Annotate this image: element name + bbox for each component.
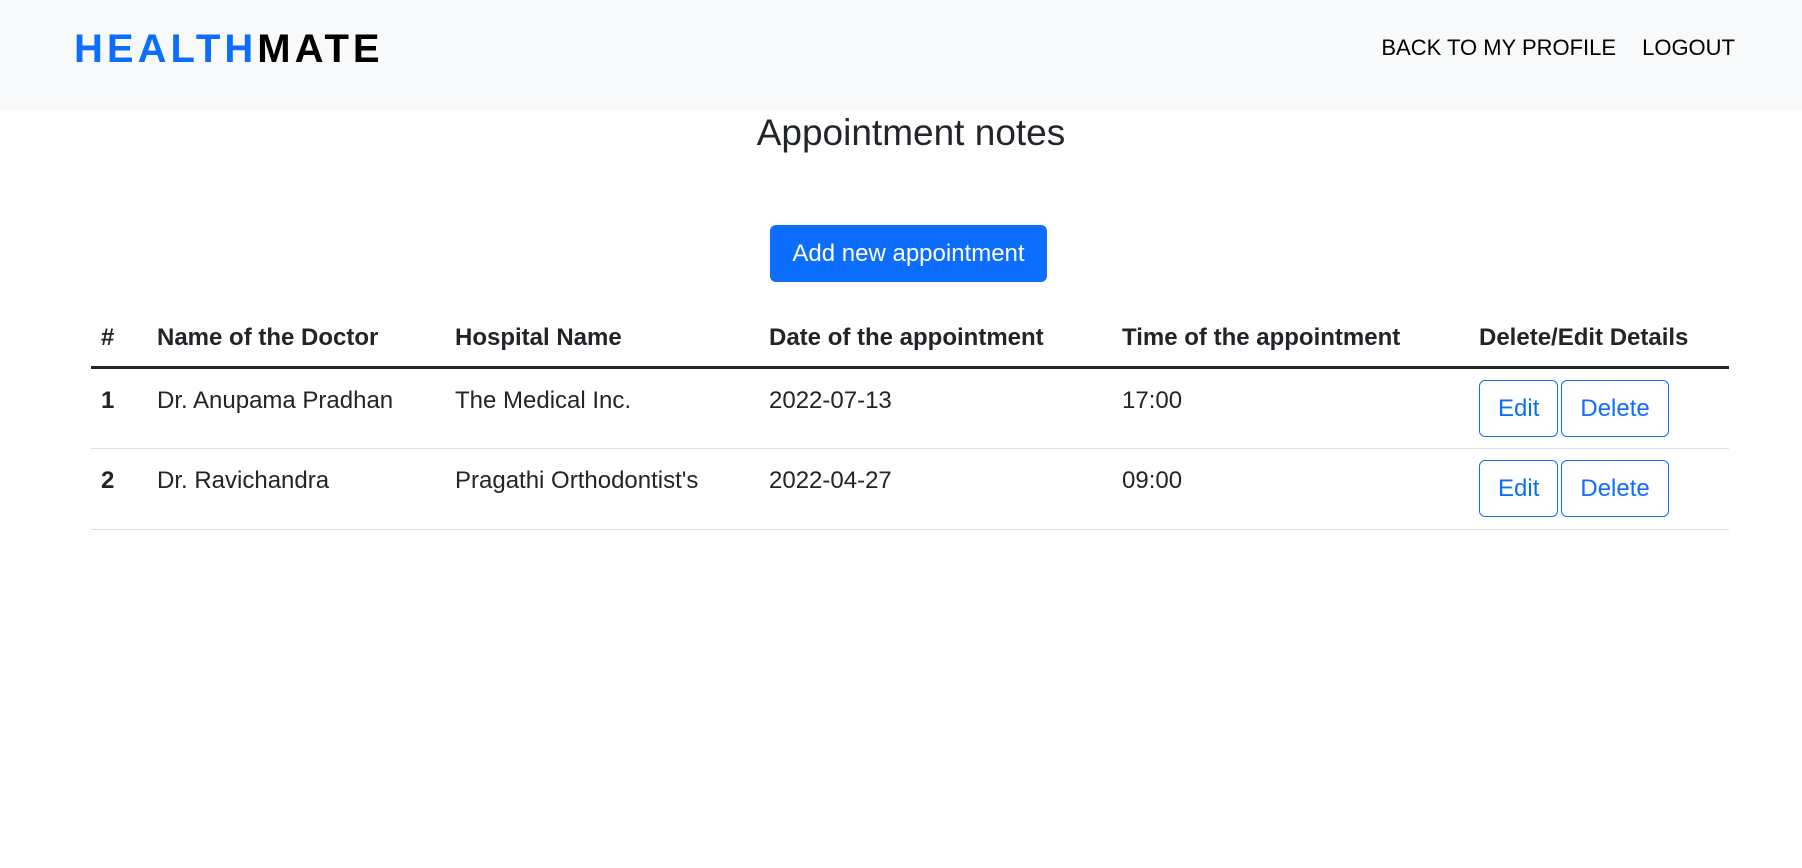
hospital-name: The Medical Inc. [445,367,759,449]
table-row: 2 Dr. Ravichandra Pragathi Orthodontist'… [91,448,1729,530]
doctor-name: Dr. Anupama Pradhan [147,367,445,449]
edit-button[interactable]: Edit [1479,380,1559,437]
hospital-name: Pragathi Orthodontist's [445,448,759,530]
appointment-time: 17:00 [1112,367,1469,449]
row-actions: Edit Delete [1469,367,1729,449]
header-hospital: Hospital Name [445,310,759,369]
logout-link[interactable]: LOGOUT [1642,33,1735,63]
doctor-name: Dr. Ravichandra [147,448,445,530]
header-actions: Delete/Edit Details [1469,310,1729,369]
page-title: Appointment notes [756,112,1066,153]
header-time: Time of the appointment [1112,310,1469,369]
delete-button[interactable]: Delete [1561,460,1669,517]
appointment-date: 2022-04-27 [759,448,1112,530]
edit-button[interactable]: Edit [1479,460,1559,517]
table-row: 1 Dr. Anupama Pradhan The Medical Inc. 2… [91,367,1729,449]
nav-links: BACK TO MY PROFILE LOGOUT [1381,33,1735,63]
header-date: Date of the appointment [759,310,1112,369]
table-body: 1 Dr. Anupama Pradhan The Medical Inc. 2… [91,367,1729,530]
appointment-date: 2022-07-13 [759,367,1112,449]
appointments-table: # Name of the Doctor Hospital Name Date … [91,310,1729,530]
row-number: 1 [91,367,147,449]
back-to-profile-link[interactable]: BACK TO MY PROFILE [1381,33,1616,63]
brand-part-mate: MATE [257,27,384,71]
header-row: # Name of the Doctor Hospital Name Date … [91,310,1729,369]
row-number: 2 [91,448,147,530]
appointment-time: 09:00 [1112,448,1469,530]
brand-part-health: HEALTH [74,27,258,71]
brand-logo[interactable]: HEALTHMATE [74,27,384,71]
row-actions: Edit Delete [1469,448,1729,530]
delete-button[interactable]: Delete [1561,380,1669,437]
table-header: # Name of the Doctor Hospital Name Date … [91,310,1729,369]
header-number: # [91,310,147,369]
header-doctor: Name of the Doctor [147,310,445,369]
navbar: HEALTHMATE BACK TO MY PROFILE LOGOUT [0,0,1802,110]
add-appointment-button[interactable]: Add new appointment [770,225,1047,282]
